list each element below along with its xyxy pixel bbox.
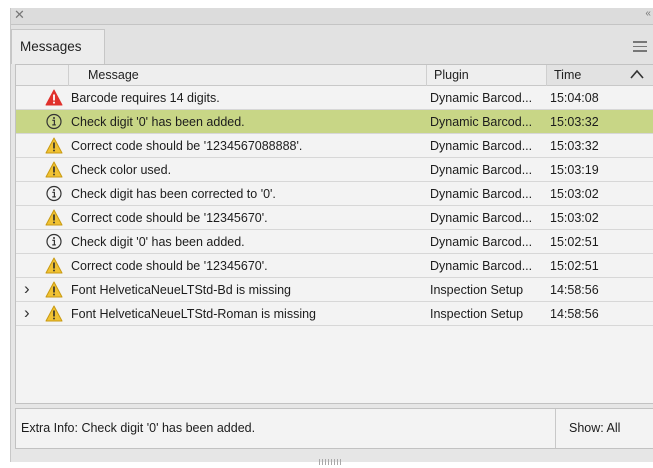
panel-menu-icon[interactable]: [633, 41, 647, 52]
time-text: 14:58:56: [550, 307, 599, 321]
time-text: 15:02:51: [550, 235, 599, 249]
plugin-text: Dynamic Barcod...: [430, 259, 533, 273]
plugin-text: Dynamic Barcod...: [430, 91, 533, 105]
column-header-message[interactable]: Message: [88, 68, 139, 82]
message-text: Barcode requires 14 digits.: [71, 91, 220, 105]
panel-title-bar: ✕ ‹‹: [11, 7, 653, 25]
warning-icon: [45, 305, 63, 322]
warning-icon: [45, 137, 63, 154]
message-text: Correct code should be '1234567088888'.: [71, 139, 303, 153]
messages-panel: ✕ ‹‹ Messages Message Plugin Time Barcod…: [10, 7, 653, 465]
plugin-text: Dynamic Barcod...: [430, 163, 533, 177]
time-text: 15:03:19: [550, 163, 599, 177]
collapse-icon[interactable]: ‹‹: [645, 8, 651, 19]
time-text: 15:02:51: [550, 259, 599, 273]
column-divider[interactable]: [426, 65, 427, 86]
table-row[interactable]: Correct code should be '12345670'. Dynami…: [16, 206, 653, 230]
table-row[interactable]: › Font HelveticaNeueLTStd-Roman is missin…: [16, 302, 653, 326]
expand-chevron-icon[interactable]: ›: [24, 303, 30, 323]
table-row[interactable]: › Font HelveticaNeueLTStd-Bd is missing In…: [16, 278, 653, 302]
time-text: 15:03:32: [550, 115, 599, 129]
message-text: Check digit has been corrected to '0'.: [71, 187, 276, 201]
column-header-plugin[interactable]: Plugin: [434, 68, 469, 82]
plugin-text: Dynamic Barcod...: [430, 187, 533, 201]
table-row[interactable]: Correct code should be '12345670'. Dynami…: [16, 254, 653, 278]
time-text: 15:03:02: [550, 187, 599, 201]
table-row[interactable]: Check color used. Dynamic Barcod... 15:03:…: [16, 158, 653, 182]
time-text: 14:58:56: [550, 283, 599, 297]
footer-divider: [555, 409, 556, 448]
warning-icon: [45, 281, 63, 298]
resize-grip[interactable]: [319, 454, 349, 465]
plugin-text: Dynamic Barcod...: [430, 115, 533, 129]
plugin-text: Inspection Setup: [430, 283, 524, 297]
message-text: Font HelveticaNeueLTStd-Bd is missing: [71, 283, 291, 297]
message-text: Check color used.: [71, 163, 172, 177]
show-filter-dropdown[interactable]: Show: All: [569, 421, 620, 435]
table-row[interactable]: Check digit has been corrected to '0'. Dy…: [16, 182, 653, 206]
plugin-text: Dynamic Barcod...: [430, 211, 533, 225]
column-divider[interactable]: [68, 65, 69, 86]
column-divider[interactable]: [546, 65, 547, 86]
info-icon: [45, 233, 63, 250]
tab-row: Messages: [11, 25, 653, 64]
info-icon: [45, 185, 63, 202]
column-header-time[interactable]: Time: [554, 68, 581, 82]
tab-label: Messages: [20, 39, 82, 54]
message-text: Correct code should be '12345670'.: [71, 259, 268, 273]
sort-ascending-icon[interactable]: [630, 68, 644, 80]
table-row[interactable]: Correct code should be '1234567088888'. D…: [16, 134, 653, 158]
message-text: Correct code should be '12345670'.: [71, 211, 268, 225]
info-bar: Extra Info: Check digit '0' has been add…: [15, 408, 653, 449]
list-header: Message Plugin Time: [16, 65, 653, 86]
time-text: 15:03:32: [550, 139, 599, 153]
extra-info-text: Extra Info: Check digit '0' has been add…: [21, 421, 256, 435]
time-text: 15:04:08: [550, 91, 599, 105]
plugin-text: Dynamic Barcod...: [430, 139, 533, 153]
info-icon: [45, 113, 63, 130]
error-icon: [45, 89, 63, 106]
warning-icon: [45, 209, 63, 226]
plugin-text: Inspection Setup: [430, 307, 524, 321]
messages-list[interactable]: Message Plugin Time Barcode requires 14 …: [15, 64, 653, 404]
tab-messages[interactable]: Messages: [11, 29, 105, 64]
time-text: 15:03:02: [550, 211, 599, 225]
close-icon[interactable]: ✕: [14, 7, 25, 23]
warning-icon: [45, 161, 63, 178]
warning-icon: [45, 257, 63, 274]
table-row[interactable]: Barcode requires 14 digits. Dynamic Barco…: [16, 86, 653, 110]
table-row[interactable]: Check digit '0' has been added. Dynamic B…: [16, 110, 653, 134]
plugin-text: Dynamic Barcod...: [430, 235, 533, 249]
message-text: Font HelveticaNeueLTStd-Roman is missing: [71, 307, 317, 321]
message-text: Check digit '0' has been added.: [71, 235, 245, 249]
expand-chevron-icon[interactable]: ›: [24, 279, 30, 299]
message-text: Check digit '0' has been added.: [71, 115, 245, 129]
table-row[interactable]: Check digit '0' has been added. Dynamic B…: [16, 230, 653, 254]
